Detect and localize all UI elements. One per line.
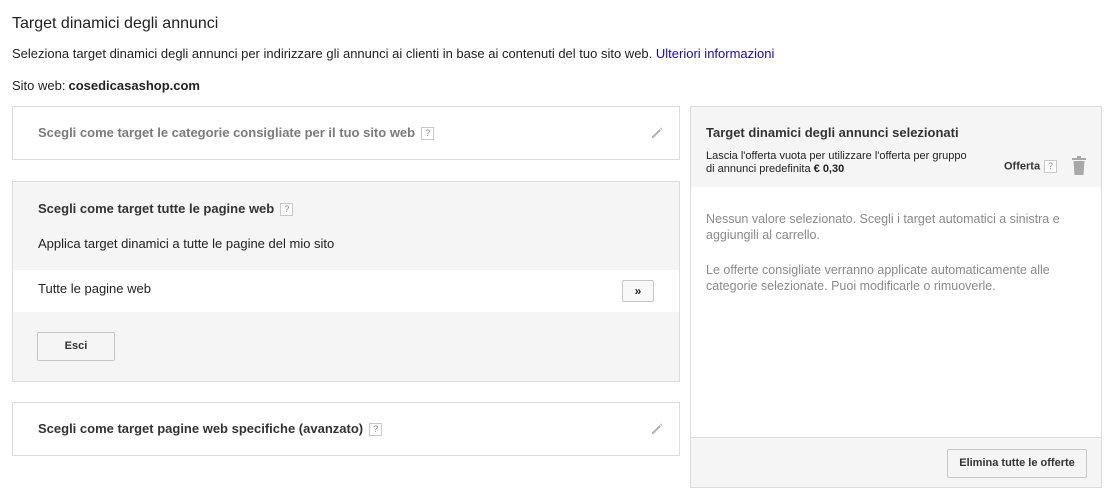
list-item-label: Tutte le pagine web bbox=[38, 281, 151, 296]
bid-column-header: Offerta? bbox=[1004, 160, 1058, 173]
selected-targets-panel: Target dinamici degli annunci selezionat… bbox=[690, 106, 1102, 488]
help-icon[interactable]: ? bbox=[421, 127, 435, 141]
option-title-text: Scegli come target tutte le pagine web bbox=[38, 201, 275, 216]
selected-targets-footer: Elimina tutte le offerte bbox=[691, 437, 1101, 487]
option-title: Scegli come target le categorie consigli… bbox=[38, 125, 435, 141]
add-button[interactable]: » bbox=[622, 280, 654, 302]
list-item: Tutte le pagine web » bbox=[13, 270, 679, 312]
help-icon[interactable]: ? bbox=[280, 203, 294, 217]
option-title: Scegli come target pagine web specifiche… bbox=[38, 421, 383, 437]
selected-targets-title: Target dinamici degli annunci selezionat… bbox=[706, 125, 959, 140]
trash-icon[interactable] bbox=[1071, 156, 1087, 176]
help-icon[interactable]: ? bbox=[1044, 160, 1058, 173]
option-title-text: Scegli come target pagine web specifiche… bbox=[38, 421, 364, 436]
selected-targets-header: Target dinamici degli annunci selezionat… bbox=[691, 107, 1101, 187]
help-icon[interactable]: ? bbox=[369, 423, 383, 437]
option-description: Applica target dinamici a tutte le pagin… bbox=[38, 236, 335, 251]
exit-button[interactable]: Esci bbox=[37, 332, 115, 361]
pencil-icon[interactable] bbox=[649, 125, 665, 141]
page-title: Target dinamici degli annunci bbox=[12, 15, 219, 32]
intro-text: Seleziona target dinamici degli annunci … bbox=[12, 46, 774, 61]
pencil-icon[interactable] bbox=[649, 421, 665, 437]
site-label: Sito web: bbox=[12, 78, 66, 93]
default-bid-value: € 0,30 bbox=[813, 163, 845, 175]
site-value: cosedicasashop.com bbox=[68, 78, 200, 93]
site-line: Sito web: cosedicasashop.com bbox=[12, 78, 200, 93]
option-all-pages: Scegli come target tutte le pagine web? … bbox=[12, 181, 680, 382]
option-title: Scegli come target tutte le pagine web? bbox=[38, 201, 294, 217]
option-title-text: Scegli come target le categorie consigli… bbox=[38, 125, 416, 140]
clear-all-bids-button[interactable]: Elimina tutte le offerte bbox=[947, 449, 1087, 478]
empty-selection-message: Nessun valore selezionato. Scegli i targ… bbox=[706, 212, 1060, 242]
option-specific-pages[interactable]: Scegli come target pagine web specifiche… bbox=[12, 402, 680, 456]
selected-targets-description: Lascia l'offerta vuota per utilizzare l'… bbox=[706, 150, 976, 176]
bid-note: Le offerte consigliate verranno applicat… bbox=[706, 263, 1050, 293]
bid-column-label: Offerta bbox=[1004, 160, 1041, 173]
option-recommended-categories[interactable]: Scegli come target le categorie consigli… bbox=[12, 106, 680, 160]
intro-description: Seleziona target dinamici degli annunci … bbox=[12, 46, 653, 61]
learn-more-link[interactable]: Ulteriori informazioni bbox=[656, 46, 774, 61]
